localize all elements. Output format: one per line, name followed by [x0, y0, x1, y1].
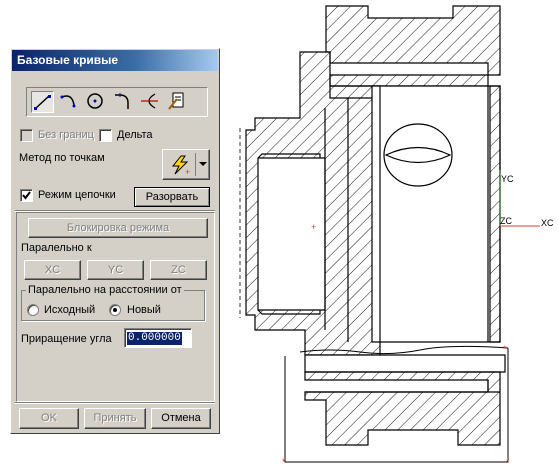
right-body	[371, 85, 501, 343]
method-label: Метод по точкам	[19, 152, 105, 164]
inner-bore	[257, 157, 326, 311]
chain-mode-label: Режим цепочки	[38, 189, 116, 201]
marker: +	[311, 222, 316, 232]
axis-xc-label: XC	[541, 218, 554, 228]
parameters-panel: Блокировка режима Паралельно к XC YC ZC …	[16, 212, 215, 402]
marker: *	[282, 457, 286, 467]
angle-increment-value: 0.000000	[127, 332, 182, 345]
lower-channel	[305, 380, 489, 393]
delta-label: Дельта	[117, 129, 153, 141]
angle-increment-label: Приращение угла	[21, 333, 112, 345]
ok-button[interactable]: OK	[19, 408, 79, 429]
no-bounds-checkbox[interactable]	[20, 129, 33, 142]
apply-button[interactable]: Принять	[84, 408, 146, 429]
axis-yc-button[interactable]: YC	[87, 260, 144, 280]
new-radio-label: Новый	[127, 304, 161, 316]
line-tool-icon[interactable]	[31, 91, 54, 113]
axis-xc-button[interactable]: XC	[24, 260, 81, 280]
marker: *	[503, 344, 507, 354]
wcs-axes: YC ZC XC	[499, 170, 554, 228]
right-body-hatch	[489, 85, 501, 343]
new-radio[interactable]	[109, 304, 121, 316]
curve-type-toolbar	[26, 87, 208, 117]
trim-tool-icon[interactable]	[139, 91, 162, 113]
checkmark-icon	[22, 191, 31, 200]
point-method-dropdown[interactable]: +	[162, 149, 210, 180]
break-button[interactable]: Разорвать	[134, 187, 210, 207]
divider	[15, 402, 215, 404]
parallel-distance-group-label: Паралельно на расстоянии от	[26, 284, 184, 297]
circle-tool-icon[interactable]	[85, 91, 108, 113]
radio-dot	[113, 308, 117, 312]
lower-flange-hatch	[304, 371, 501, 446]
axis-zc-button[interactable]: ZC	[150, 260, 207, 280]
svg-text:+: +	[185, 167, 190, 176]
lower-bore	[304, 354, 506, 373]
upper-flange-hatch	[325, 5, 501, 87]
axis-zc-label: ZC	[500, 216, 512, 226]
lightning-icon: +	[171, 155, 190, 176]
marker: *	[506, 457, 510, 467]
cancel-button[interactable]: Отмена	[151, 408, 211, 429]
lock-mode-button[interactable]: Блокировка режима	[28, 218, 208, 238]
arc-tool-icon[interactable]	[58, 91, 81, 113]
chain-mode-checkbox[interactable]	[20, 189, 33, 202]
chevron-down-icon	[199, 162, 207, 166]
part-section-drawing	[239, 5, 509, 463]
axis-yc-label: YC	[501, 174, 514, 184]
basic-curves-dialog: Базовые кривые Без границ Дельта Метод п…	[10, 48, 220, 434]
angle-increment-input[interactable]: 0.000000	[124, 328, 192, 348]
original-radio-label: Исходный	[44, 304, 96, 316]
original-radio[interactable]	[27, 304, 39, 316]
delta-checkbox[interactable]	[99, 129, 112, 142]
no-bounds-label: Без границ	[38, 129, 94, 141]
edit-parameters-icon[interactable]	[166, 91, 189, 113]
parallel-to-label: Паралельно к	[21, 242, 92, 254]
fillet-tool-icon[interactable]	[112, 91, 135, 113]
dialog-title[interactable]: Базовые кривые	[12, 50, 218, 71]
